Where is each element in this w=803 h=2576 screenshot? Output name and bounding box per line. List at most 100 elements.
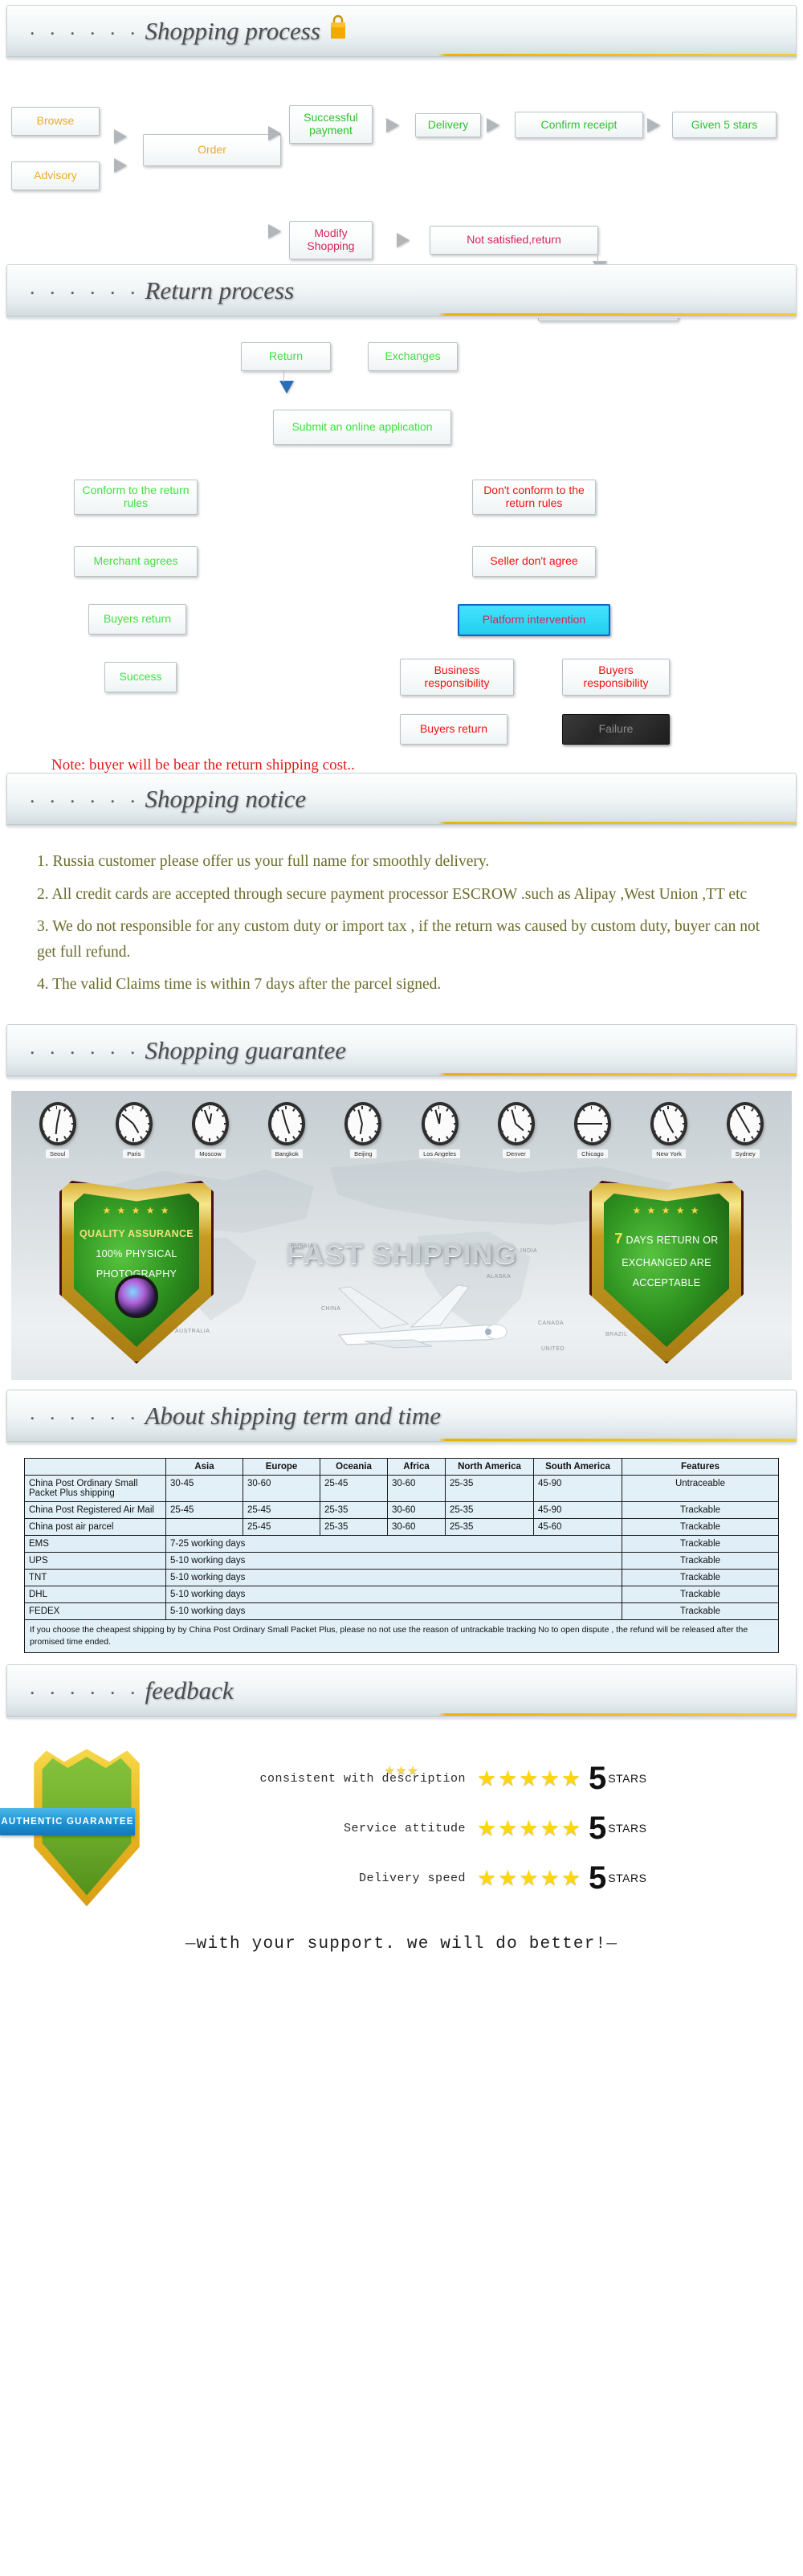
row-span-duration: 7-25 working days [165,1534,622,1553]
section-title: Shopping process [145,17,320,45]
row-cell-africa: 30-60 [387,1500,446,1519]
th-features: Features [622,1457,779,1476]
rating-unit: STARS [608,1772,647,1786]
row-cell-oceania: 25-35 [320,1517,388,1536]
hour-hand [667,1123,675,1133]
row-cell-europe: 30-60 [243,1474,320,1502]
rating-label: Service attitude [343,1821,466,1835]
feedback-rating-row: consistent with description ★★★★★ 5 STARS [212,1753,774,1803]
row-service-name: FEDEX [24,1602,166,1620]
row-span-duration: 5-10 working days [165,1602,622,1620]
flow-box-seller-dont-agree[interactable]: Seller don't agree [472,546,596,577]
flow-box-browse[interactable]: Browse [11,107,100,136]
rating-unit: STARS [608,1872,647,1885]
world-clock-row: Seoul Paris Moscow Bangkok Beijing Los Angele… [11,1101,792,1158]
hour-hand [591,1122,602,1125]
row-cell-asia [165,1517,243,1536]
feedback-rating-row: Service attitude ★★★★★ 5 STARS [212,1803,774,1853]
hour-hand [132,1123,140,1133]
arrow-delivery-to-confirm [487,118,499,133]
arrow-browse-to-order [114,129,127,144]
row-service-name: DHL [24,1585,166,1603]
flow-box-dont-conform-to-return-rules[interactable]: Don't conform to the return rules [472,480,596,515]
arrow-advisory-to-order [114,158,127,173]
flow-box-confirm-receipt[interactable]: Confirm receipt [515,112,643,138]
hour-hand [744,1123,751,1133]
row-cell-north-america: 25-35 [445,1500,534,1519]
shield-line-acceptable: ACCEPTABLE [632,1276,701,1288]
rating-label: Delivery speed [358,1871,466,1885]
row-service-name: China Post Ordinary Small Packet Plus sh… [24,1474,166,1502]
clock-face-icon [727,1101,764,1145]
flow-box-successful-payment[interactable]: Successful payment [289,105,373,144]
feedback-section: ★★★ AUTHENTIC GUARANTEE CUSTOMER IS THE … [0,1729,792,1958]
rating-stars-icon: ★★★★★ [477,1766,583,1790]
clock-city-label: Seoul [46,1149,70,1158]
clock-face-icon [115,1101,153,1145]
row-features: Untraceable [622,1474,779,1502]
row-cell-south-america: 45-90 [533,1474,622,1502]
section-rule [6,56,797,59]
clock-face-icon [268,1101,306,1145]
map-label-russia: RUSSIA [291,1243,315,1249]
flow-box-conform-to-return-rules[interactable]: Conform to the return rules [74,480,198,515]
row-cell-africa: 30-60 [387,1474,446,1502]
row-features: Trackable [622,1585,779,1603]
row-features: Trackable [622,1517,779,1536]
flow-box-merchant-agrees[interactable]: Merchant agrees [74,546,198,577]
row-cell-north-america: 25-35 [445,1517,534,1536]
flow-box-modify-shopping[interactable]: Modify Shopping [289,221,373,259]
flow-box-order[interactable]: Order [143,134,281,166]
flow-box-exchanges[interactable]: Exchanges [368,342,458,371]
flow-box-failure[interactable]: Failure [562,714,670,745]
table-row: FEDEX 5-10 working days Trackable [24,1602,779,1620]
shopping-notice-list: 1. Russia customer please offer us your … [0,831,803,1013]
clock-city-label: Paris [123,1149,145,1158]
th-south-america: South America [533,1457,622,1476]
section-header-shopping-notice: . . . . . . Shopping notice [6,773,797,826]
shield-stars: ★ ★ ★ ★ ★ [632,1204,701,1216]
flow-box-buyers-return-right[interactable]: Buyers return [400,714,507,745]
row-cell-oceania: 25-45 [320,1474,388,1502]
table-row: DHL 5-10 working days Trackable [24,1585,779,1603]
row-service-name: TNT [24,1568,166,1586]
connector-line-vertical [597,255,598,264]
th-asia: Asia [165,1457,243,1476]
world-clock-denver: Denver [482,1101,551,1158]
minute-hand [357,1109,364,1125]
clock-city-label: New York [652,1149,686,1158]
flow-box-given-5-stars[interactable]: Given 5 stars [672,112,777,138]
shield-inner: ★ ★ ★ ★ ★ 7 DAYS RETURN OR EXCHANGED ARE… [604,1193,729,1347]
section-rule [6,824,797,827]
flow-box-buyers-responsibility[interactable]: Buyers responsibility [562,659,670,696]
section-rule [6,316,797,318]
flow-box-not-satisfied-return[interactable]: Not satisfied,return [430,226,598,255]
return-process-flow: Return Exchanges Submit an online applic… [0,323,803,774]
flow-box-buyers-return-left[interactable]: Buyers return [88,604,186,635]
world-clock-los-angeles: Los Angeles [406,1101,475,1158]
table-row: China Post Ordinary Small Packet Plus sh… [24,1474,779,1502]
flow-box-success[interactable]: Success [104,662,177,692]
map-label-united: UNITED [541,1345,565,1352]
row-cell-asia: 25-45 [165,1500,243,1519]
flow-box-delivery[interactable]: Delivery [415,113,481,137]
notice-item: 3. We do not responsible for any custom … [37,918,760,961]
connector-return-submit [283,371,284,382]
flow-box-platform-intervention[interactable]: Platform intervention [458,604,610,636]
world-clock-paris: Paris [100,1101,169,1158]
shipping-table-wrapper: Asia Europe Oceania Africa North America… [24,1457,779,1654]
row-cell-south-america: 45-90 [533,1500,622,1519]
flow-box-submit-online-application[interactable]: Submit an online application [273,410,451,445]
hour-hand [285,1123,291,1134]
row-features: Trackable [622,1602,779,1620]
clock-face-icon [344,1101,382,1145]
flow-box-advisory[interactable]: Advisory [11,161,100,190]
flow-box-return[interactable]: Return [241,342,331,371]
hour-hand [360,1123,364,1134]
clock-city-label: Bangkok [271,1149,303,1158]
flow-box-business-responsibility[interactable]: Business responsibility [400,659,514,696]
footer-dash-right: — [606,1935,618,1954]
row-span-duration: 5-10 working days [165,1568,622,1586]
header-dots: . . . . . . [30,784,141,807]
row-features: Trackable [622,1568,779,1586]
